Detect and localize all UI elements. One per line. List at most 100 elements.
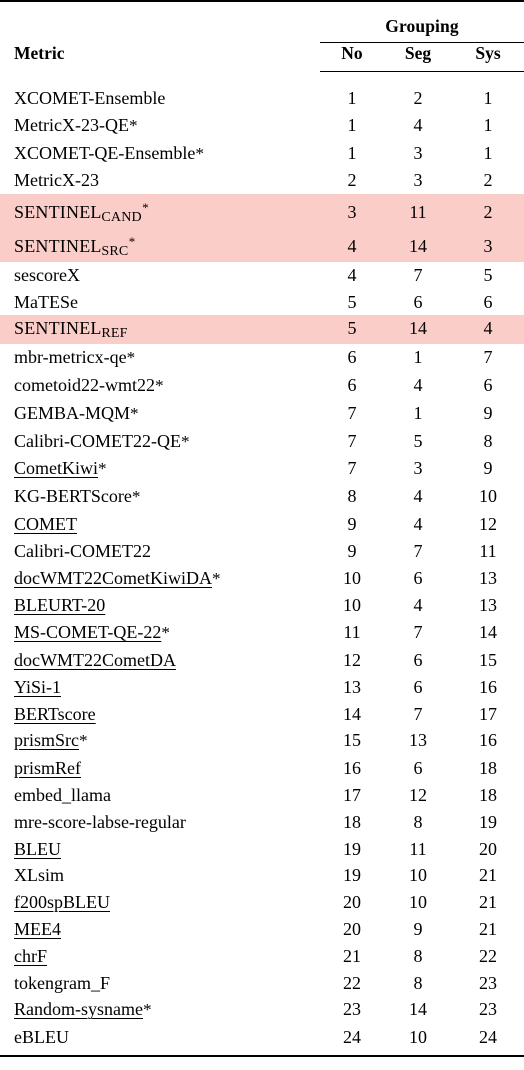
rank-cell-no: 4 bbox=[347, 264, 357, 285]
column-header-row: Metric No Seg Sys bbox=[0, 43, 524, 68]
rank-cell-seg: 6 bbox=[413, 758, 423, 779]
table-row: SENTINELSRC* 4 14 3 bbox=[0, 227, 524, 262]
table-row: MEE4 20 9 21 bbox=[0, 916, 524, 943]
metric-name-cell: prismSrc* bbox=[0, 727, 320, 755]
metric-name: mbr-metricx-qe bbox=[14, 347, 127, 368]
reference-free-asterisk: * bbox=[161, 623, 170, 643]
rank-cell-sys: 12 bbox=[479, 513, 497, 534]
header-spacer bbox=[0, 0, 320, 11]
rank-cell-seg: 14 bbox=[384, 315, 452, 345]
table-row: cometoid22-wmt22* 6 4 6 bbox=[0, 372, 524, 400]
table-row: XCOMET-Ensemble 1 2 1 bbox=[0, 80, 524, 112]
rank-cell-no: 7 bbox=[347, 430, 357, 451]
metric-name-cell: docWMT22CometKiwiDA* bbox=[0, 565, 320, 593]
table-row: tokengram_F 22 8 23 bbox=[0, 970, 524, 997]
rank-cell-seg: 6 bbox=[413, 567, 423, 588]
metric-name: MetricX-23 bbox=[14, 170, 99, 191]
grouping-header-empty-cell bbox=[0, 11, 320, 38]
rank-cell-sys: 13 bbox=[479, 595, 497, 616]
rank-cell-seg: 10 bbox=[384, 1024, 452, 1057]
metric-name: prismRef bbox=[14, 758, 81, 779]
metric-name: Random-sysname bbox=[14, 999, 143, 1020]
metric-name: YiSi-1 bbox=[14, 676, 62, 697]
rank-cell-no: 12 bbox=[343, 649, 361, 670]
rank-cell-seg: 14 bbox=[384, 227, 452, 262]
rank-cell-seg: 12 bbox=[409, 784, 427, 805]
metric-name-cell: BLEU bbox=[0, 836, 320, 863]
rank-cell-no: 5 bbox=[320, 315, 384, 345]
metric-name: SENTINELSRC bbox=[14, 235, 129, 260]
metric-name-cell: MEE4 bbox=[0, 916, 320, 943]
metric-name: Calibri-COMET22 bbox=[14, 540, 151, 561]
metric-name-cell: XCOMET-QE-Ensemble* bbox=[0, 140, 320, 168]
table-row: docWMT22CometKiwiDA* 10 6 13 bbox=[0, 565, 524, 593]
rank-cell-seg: 5 bbox=[413, 430, 423, 451]
metric-name: f200spBLEU bbox=[14, 892, 110, 913]
metric-name: docWMT22CometDA bbox=[14, 649, 176, 670]
rank-cell-seg: 8 bbox=[413, 945, 423, 966]
rank-cell-no: 7 bbox=[347, 402, 357, 423]
rank-cell-seg: 7 bbox=[413, 703, 423, 724]
metric-name-cell: BERTscore bbox=[0, 701, 320, 728]
metric-ranking-table-figure: Grouping Metric No Seg Sys XCOMET-Ensemb… bbox=[0, 0, 524, 1070]
rank-cell-no: 3 bbox=[320, 194, 384, 228]
table-row: Calibri-COMET22 9 7 11 bbox=[0, 538, 524, 565]
rank-cell-no: 15 bbox=[343, 730, 361, 751]
table-row: GEMBA-MQM* 7 1 9 bbox=[0, 400, 524, 428]
rank-cell-no: 1 bbox=[347, 142, 357, 163]
rank-cell-no: 6 bbox=[347, 347, 357, 368]
rank-cell-seg: 4 bbox=[413, 374, 423, 395]
rank-cell-seg: 1 bbox=[413, 347, 423, 368]
table-row: prismSrc* 15 13 16 bbox=[0, 727, 524, 755]
table-row: MS-COMET-QE-22* 11 7 14 bbox=[0, 619, 524, 647]
table-row: docWMT22CometDA 12 6 15 bbox=[0, 647, 524, 674]
rank-cell-seg: 13 bbox=[409, 730, 427, 751]
rank-cell-no: 22 bbox=[343, 972, 361, 993]
rank-cell-no: 16 bbox=[343, 758, 361, 779]
rank-cell-seg: 4 bbox=[413, 595, 423, 616]
reference-free-asterisk: * bbox=[128, 115, 138, 135]
rank-cell-seg: 10 bbox=[409, 892, 427, 913]
metric-name-cell: Random-sysname* bbox=[0, 996, 320, 1024]
header-gap-row bbox=[0, 72, 524, 81]
rank-cell-sys: 18 bbox=[479, 784, 497, 805]
rank-cell-sys: 3 bbox=[452, 227, 524, 262]
metric-name-cell: embed_llama bbox=[0, 782, 320, 809]
rank-cell-sys: 5 bbox=[483, 264, 493, 285]
reference-free-asterisk: * bbox=[195, 143, 204, 163]
rank-cell-sys: 4 bbox=[452, 315, 524, 345]
rank-cell-seg: 7 bbox=[413, 264, 423, 285]
metric-name-cell: tokengram_F bbox=[0, 970, 320, 997]
metric-name-cell: CometKiwi* bbox=[0, 455, 320, 483]
grouping-header-label: Grouping bbox=[385, 16, 459, 36]
rank-cell-sys: 7 bbox=[483, 347, 493, 368]
table-row: sescoreX 4 7 5 bbox=[0, 262, 524, 289]
rank-cell-seg: 7 bbox=[413, 622, 423, 643]
metric-name-cell: sescoreX bbox=[0, 262, 320, 289]
metric-name: SENTINELCAND bbox=[14, 202, 142, 226]
metric-name: eBLEU bbox=[14, 1027, 69, 1048]
metric-name: sescoreX bbox=[14, 264, 80, 285]
reference-free-asterisk: * bbox=[142, 199, 149, 215]
rank-cell-no: 10 bbox=[343, 567, 361, 588]
rank-cell-seg: 8 bbox=[413, 972, 423, 993]
rank-cell-sys: 1 bbox=[483, 142, 493, 163]
metric-name: XCOMET-QE-Ensemble bbox=[14, 142, 196, 163]
rank-cell-sys: 2 bbox=[452, 194, 524, 228]
metric-name: XCOMET-Ensemble bbox=[14, 88, 166, 108]
metric-name-cell: MetricX-23 bbox=[0, 167, 320, 194]
reference-free-asterisk: * bbox=[79, 731, 88, 751]
rank-cell-seg: 9 bbox=[413, 918, 423, 939]
rank-cell-no: 19 bbox=[343, 865, 361, 886]
metric-name: docWMT22CometKiwiDA bbox=[14, 567, 212, 588]
column-header-seg: Seg bbox=[404, 43, 432, 63]
header-spacer bbox=[320, 0, 384, 11]
table-row: MetricX-23 2 3 2 bbox=[0, 167, 524, 194]
table-row: BERTscore 14 7 17 bbox=[0, 701, 524, 728]
metric-ranking-table: Grouping Metric No Seg Sys XCOMET-Ensemb… bbox=[0, 0, 524, 1057]
rank-cell-sys: 11 bbox=[479, 540, 497, 561]
rank-cell-sys: 2 bbox=[483, 170, 493, 191]
metric-name: mre-score-labse-regular bbox=[14, 811, 186, 832]
metric-name-cell: docWMT22CometDA bbox=[0, 647, 320, 674]
rank-cell-seg: 6 bbox=[413, 291, 423, 312]
